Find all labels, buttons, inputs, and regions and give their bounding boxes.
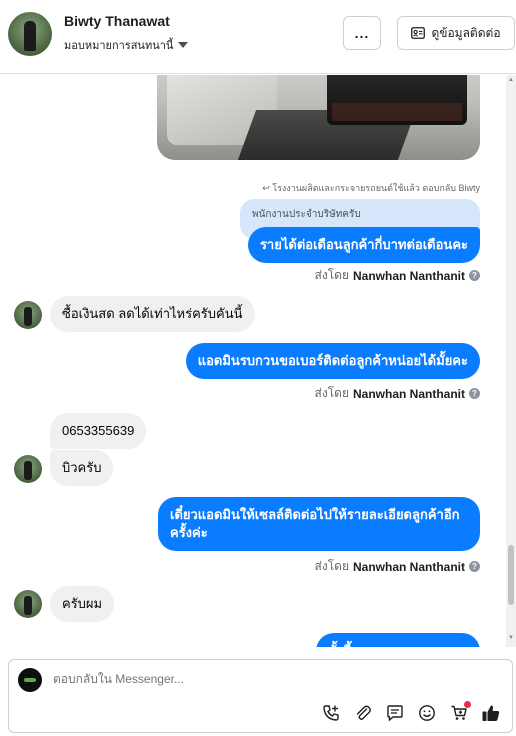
sender-name[interactable]: Nanwhan Nanthanit xyxy=(353,560,465,574)
cart-icon[interactable] xyxy=(448,701,471,724)
call-add-icon[interactable] xyxy=(320,702,342,724)
scroll-up-icon[interactable]: ▲ xyxy=(508,77,514,83)
reply-context-note: ↩ โรงงานผลิตและกระจายรถยนต์ใช้แล้ว ตอบกล… xyxy=(262,181,480,195)
outgoing-message[interactable]: เดี๋ยวแอดมินให้เซลล์ติดต่อไปให้รายละเอีย… xyxy=(158,497,480,551)
sender-name[interactable]: Nanwhan Nanthanit xyxy=(353,269,465,283)
incoming-message[interactable]: 0653355639 xyxy=(50,413,147,449)
saved-reply-icon[interactable] xyxy=(384,702,406,724)
sent-by-prefix: ส่งโดย xyxy=(314,268,349,282)
reply-context-text: โรงงานผลิตและกระจายรถยนต์ใช้แล้ว ตอบกลับ… xyxy=(272,183,480,193)
outgoing-message[interactable]: รายได้ต่อเดือนลูกค้ากี่บาทต่อเดือนคะ xyxy=(247,227,480,263)
scroll-down-icon[interactable]: ▼ xyxy=(508,635,514,641)
notification-dot xyxy=(464,701,471,708)
sent-by-line: ส่งโดย Nanwhan Nanthanit ? xyxy=(315,384,480,403)
attachment-icon[interactable] xyxy=(352,702,374,724)
customer-avatar-small[interactable] xyxy=(14,590,42,618)
outgoing-message[interactable]: ทั้งนี้ ...ร... xyxy=(316,633,480,647)
assign-conversation-dropdown[interactable]: มอบหมายการสนทนานี้ xyxy=(64,36,189,54)
help-icon[interactable]: ? xyxy=(469,270,480,281)
customer-avatar-small[interactable] xyxy=(14,455,42,483)
incoming-message[interactable]: ครับผม xyxy=(50,586,115,622)
reply-composer xyxy=(8,659,513,733)
more-options-button[interactable]: ... xyxy=(343,16,381,50)
customer-avatar[interactable] xyxy=(8,12,52,56)
sent-by-prefix: ส่งโดย xyxy=(314,386,349,400)
sent-by-line: ส่งโดย Nanwhan Nanthanit ? xyxy=(315,266,480,285)
caret-down-icon xyxy=(178,42,189,48)
outgoing-message[interactable]: แอดมินรบกวนขอเบอร์ติดต่อลูกค้าหน่อยได้มั… xyxy=(185,343,480,379)
customer-avatar-small[interactable] xyxy=(14,301,42,329)
reply-input[interactable] xyxy=(53,672,493,686)
emoji-icon[interactable] xyxy=(416,702,438,724)
help-icon[interactable]: ? xyxy=(469,561,480,572)
help-icon[interactable]: ? xyxy=(469,388,480,399)
reply-arrow-icon: ↩ xyxy=(262,183,270,193)
assign-label: มอบหมายการสนทนานี้ xyxy=(64,40,174,52)
sent-by-line: ส่งโดย Nanwhan Nanthanit ? xyxy=(315,557,480,576)
page-avatar xyxy=(18,668,42,692)
contact-card-icon xyxy=(411,27,426,39)
composer-toolbar xyxy=(320,701,502,724)
view-contact-label: ดูข้อมูลติดต่อ xyxy=(431,25,501,40)
incoming-message[interactable]: บิวครับ xyxy=(50,450,114,486)
scrollbar-thumb[interactable] xyxy=(508,545,514,605)
incoming-message[interactable]: ซื้อเงินสด ลดได้เท่าไหร่ครับคันนี้ xyxy=(50,296,255,332)
conversation-header: Biwty Thanawat มอบหมายการสนทนานี้ ... ดู… xyxy=(0,0,516,74)
view-contact-button[interactable]: ดูข้อมูลติดต่อ xyxy=(397,16,515,50)
customer-name[interactable]: Biwty Thanawat xyxy=(64,13,170,29)
sender-name[interactable]: Nanwhan Nanthanit xyxy=(353,387,465,401)
sent-by-prefix: ส่งโดย xyxy=(314,559,349,573)
like-icon[interactable] xyxy=(480,702,502,724)
shared-car-photo[interactable] xyxy=(157,75,480,160)
thread-scrollbar[interactable]: ▲ ▼ xyxy=(506,75,516,647)
message-thread: ↩ โรงงานผลิตและกระจายรถยนต์ใช้แล้ว ตอบกล… xyxy=(0,75,516,647)
